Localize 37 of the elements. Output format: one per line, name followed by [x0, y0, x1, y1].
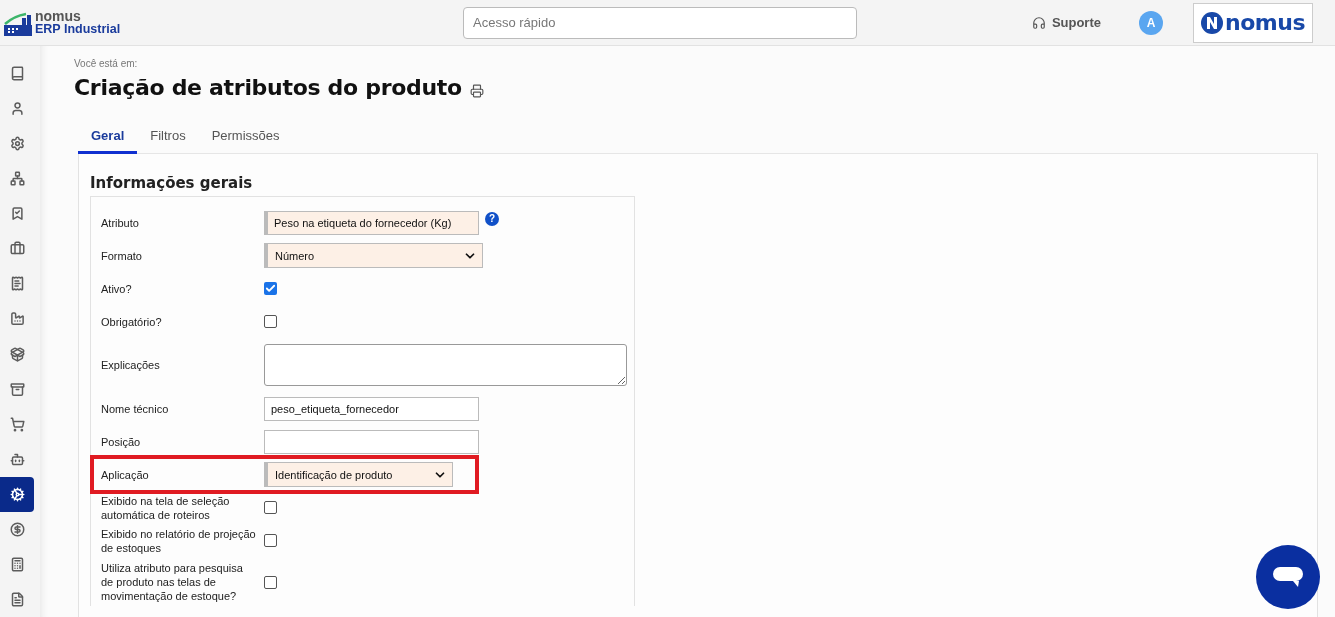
- checkbox[interactable]: [264, 534, 277, 547]
- help-icon[interactable]: ?: [485, 211, 499, 226]
- checkbox[interactable]: [264, 282, 277, 295]
- field-label: Posição: [101, 434, 142, 449]
- brand-subtitle: ERP Industrial: [35, 22, 121, 36]
- text-field[interactable]: peso_etiqueta_fornecedor: [264, 396, 479, 421]
- support-link[interactable]: Suporte: [1051, 15, 1101, 30]
- brand-name: nomus: [35, 9, 82, 23]
- search-field[interactable]: Acesso rápido: [463, 6, 857, 39]
- select-field[interactable]: Número: [264, 243, 483, 268]
- breadcrumb: Você está em:: [74, 58, 139, 69]
- tab[interactable]: Permissões: [198, 122, 293, 154]
- headset-icon: [1031, 15, 1046, 30]
- select-field[interactable]: Identificação de produto: [264, 462, 453, 487]
- field-label: Formato: [101, 248, 143, 263]
- field-label: Aplicação: [101, 467, 150, 482]
- checkbox[interactable]: [264, 315, 277, 328]
- text-field[interactable]: Peso na etiqueta do fornecedor (Kg): [264, 210, 479, 235]
- field-label: Exibido na tela de seleção automática de roteiros: [101, 493, 231, 522]
- field-label: Nome técnico: [101, 401, 170, 416]
- text-field[interactable]: [264, 429, 479, 454]
- section-title: Informações gerais: [90, 174, 254, 192]
- page-title: Criação de atributos do produto: [74, 75, 462, 100]
- field-label: Obrigatório?: [101, 314, 163, 329]
- cog-icon[interactable]: [0, 476, 34, 512]
- factory-logo-icon: [4, 11, 32, 36]
- field-label: Atributo: [101, 215, 140, 230]
- tab[interactable]: Filtros: [137, 122, 199, 154]
- field-label: Ativo?: [101, 281, 133, 296]
- field-label: Explicações: [101, 358, 161, 372]
- checkbox[interactable]: [264, 501, 277, 514]
- print-icon[interactable]: [469, 83, 484, 98]
- checkbox[interactable]: [264, 575, 277, 589]
- field-label: Utiliza atributo para pesquisa de produto nas telas de movimentação de estoque?: [101, 561, 244, 603]
- company-logo: nomus: [1193, 2, 1313, 43]
- text-area[interactable]: [264, 344, 627, 386]
- field-label: Exibido no relatório de projeção de estoques: [101, 526, 257, 555]
